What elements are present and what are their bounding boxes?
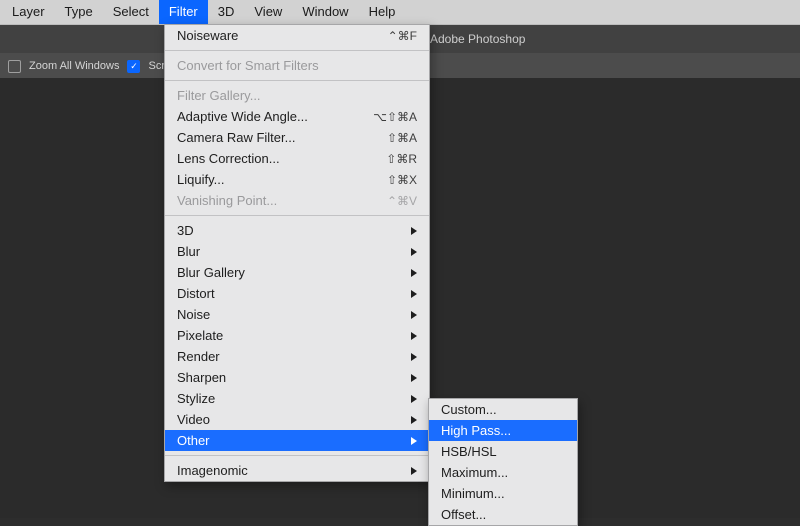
scrubby-zoom-checkbox[interactable]: ✓ — [127, 60, 140, 73]
other-hsb-hsl[interactable]: HSB/HSL — [429, 441, 577, 462]
separator — [165, 455, 429, 456]
submenu-arrow-icon — [411, 332, 417, 340]
menu-3d[interactable]: 3D — [208, 0, 245, 24]
filter-cat-blur[interactable]: Blur — [165, 241, 429, 262]
filter-other-submenu: Custom... High Pass... HSB/HSL Maximum..… — [428, 398, 578, 526]
menubar: Layer Type Select Filter 3D View Window … — [0, 0, 800, 25]
menu-help[interactable]: Help — [359, 0, 406, 24]
filter-vanishing-point: Vanishing Point... ⌃⌘V — [165, 190, 429, 211]
submenu-arrow-icon — [411, 353, 417, 361]
filter-plugin-imagenomic[interactable]: Imagenomic — [165, 460, 429, 481]
separator — [165, 50, 429, 51]
filter-adaptive-wide-angle[interactable]: Adaptive Wide Angle... ⌥⇧⌘A — [165, 106, 429, 127]
filter-cat-sharpen[interactable]: Sharpen — [165, 367, 429, 388]
filter-cat-blur-gallery[interactable]: Blur Gallery — [165, 262, 429, 283]
menu-filter[interactable]: Filter — [159, 0, 208, 24]
filter-cat-render[interactable]: Render — [165, 346, 429, 367]
menu-select[interactable]: Select — [103, 0, 159, 24]
zoom-all-windows-label: Zoom All Windows — [29, 60, 119, 72]
submenu-arrow-icon — [411, 416, 417, 424]
filter-last-used[interactable]: Noiseware ⌃⌘F — [165, 25, 429, 46]
submenu-arrow-icon — [411, 248, 417, 256]
submenu-arrow-icon — [411, 311, 417, 319]
filter-convert-smart: Convert for Smart Filters — [165, 55, 429, 76]
other-offset[interactable]: Offset... — [429, 504, 577, 525]
menu-layer[interactable]: Layer — [2, 0, 55, 24]
filter-cat-stylize[interactable]: Stylize — [165, 388, 429, 409]
filter-cat-noise[interactable]: Noise — [165, 304, 429, 325]
other-custom[interactable]: Custom... — [429, 399, 577, 420]
submenu-arrow-icon — [411, 395, 417, 403]
other-minimum[interactable]: Minimum... — [429, 483, 577, 504]
filter-cat-3d[interactable]: 3D — [165, 220, 429, 241]
filter-gallery: Filter Gallery... — [165, 85, 429, 106]
submenu-arrow-icon — [411, 467, 417, 475]
submenu-arrow-icon — [411, 227, 417, 235]
separator — [165, 215, 429, 216]
filter-camera-raw[interactable]: Camera Raw Filter... ⇧⌘A — [165, 127, 429, 148]
submenu-arrow-icon — [411, 269, 417, 277]
filter-dropdown: Noiseware ⌃⌘F Convert for Smart Filters … — [164, 24, 430, 482]
submenu-arrow-icon — [411, 437, 417, 445]
separator — [165, 80, 429, 81]
submenu-arrow-icon — [411, 290, 417, 298]
filter-lens-correction[interactable]: Lens Correction... ⇧⌘R — [165, 148, 429, 169]
menu-type[interactable]: Type — [55, 0, 103, 24]
filter-liquify[interactable]: Liquify... ⇧⌘X — [165, 169, 429, 190]
menu-window[interactable]: Window — [292, 0, 358, 24]
other-maximum[interactable]: Maximum... — [429, 462, 577, 483]
filter-cat-other[interactable]: Other — [165, 430, 429, 451]
filter-cat-video[interactable]: Video — [165, 409, 429, 430]
filter-cat-distort[interactable]: Distort — [165, 283, 429, 304]
other-high-pass[interactable]: High Pass... — [429, 420, 577, 441]
app-title: Adobe Photoshop — [430, 32, 525, 46]
submenu-arrow-icon — [411, 374, 417, 382]
filter-cat-pixelate[interactable]: Pixelate — [165, 325, 429, 346]
zoom-all-windows-checkbox[interactable] — [8, 60, 21, 73]
menu-view[interactable]: View — [244, 0, 292, 24]
